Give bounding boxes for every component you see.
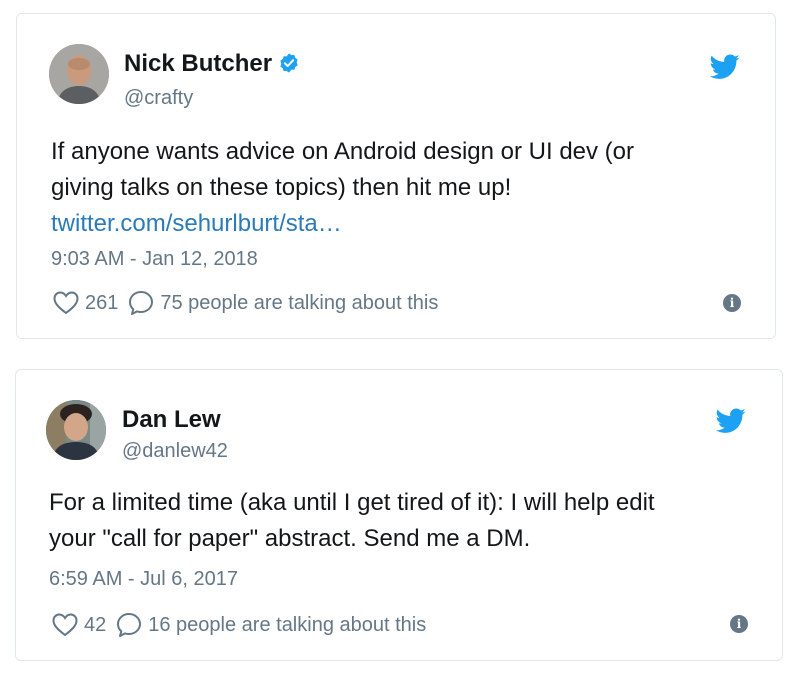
conversation-count[interactable]: 75 people are talking about this [160,292,438,315]
twitter-bird-icon[interactable] [715,408,746,439]
author-handle[interactable]: @danlew42 [122,440,228,463]
author-name[interactable]: Dan Lew [122,406,221,434]
tweet-link[interactable]: twitter.com/sehurlburt/sta… [51,206,634,242]
verified-badge-icon [278,52,300,81]
author-name-text[interactable]: Nick Butcher [124,50,272,77]
tweet-text-line: For a limited time (aka until I get tire… [49,489,655,516]
info-icon[interactable]: i [730,615,748,633]
heart-icon[interactable] [52,613,78,637]
reply-bubble-icon[interactable] [116,612,142,638]
author-handle[interactable]: @crafty [124,87,193,110]
tweet-timestamp[interactable]: 6:59 AM - Jul 6, 2017 [49,568,238,591]
avatar[interactable] [46,400,106,460]
tweet-text-line: your "call for paper" abstract. Send me … [49,525,531,552]
tweet-timestamp[interactable]: 9:03 AM - Jan 12, 2018 [51,248,258,271]
reply-bubble-icon[interactable] [128,290,154,316]
tweet-card[interactable]: Nick Butcher @crafty If anyone wants adv… [16,13,776,339]
heart-icon[interactable] [53,291,79,315]
tweet-card[interactable]: Dan Lew @danlew42 For a limited time (ak… [15,369,783,661]
tweet-text-line: giving talks on these topics) then hit m… [51,174,512,201]
like-count[interactable]: 261 [85,292,118,315]
tweet-actions: 42 16 people are talking about this [52,612,426,638]
twitter-bird-icon[interactable] [709,54,740,85]
like-count[interactable]: 42 [84,614,106,637]
conversation-count[interactable]: 16 people are talking about this [148,614,426,637]
author-name-text[interactable]: Dan Lew [122,406,221,433]
tweet-text-line: If anyone wants advice on Android design… [51,138,635,165]
tweet-text: For a limited time (aka until I get tire… [49,485,655,557]
info-icon[interactable]: i [723,294,741,312]
tweet-actions: 261 75 people are talking about this [53,290,438,316]
author-name[interactable]: Nick Butcher [124,50,300,81]
avatar[interactable] [49,44,109,104]
tweet-text: If anyone wants advice on Android design… [51,134,634,242]
